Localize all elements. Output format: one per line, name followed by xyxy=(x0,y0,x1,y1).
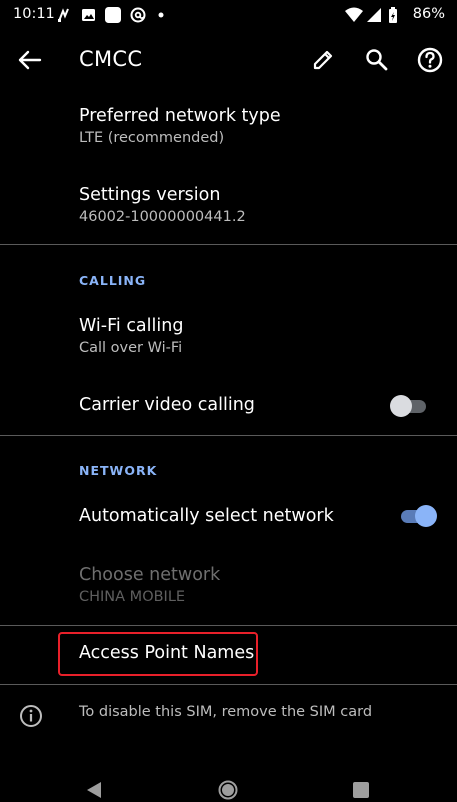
app-bar: CMCC xyxy=(0,30,457,90)
wifi-calling-item[interactable]: Wi-Fi calling Call over Wi-Fi xyxy=(0,310,457,370)
status-time: 10:11 xyxy=(13,6,55,22)
auto-select-network-switch[interactable] xyxy=(397,503,437,529)
status-bar: 10:11 86% xyxy=(0,0,457,30)
search-icon[interactable] xyxy=(361,44,393,76)
footer-text: To disable this SIM, remove the SIM card xyxy=(79,704,373,720)
help-icon[interactable] xyxy=(414,44,446,76)
cellular-icon xyxy=(367,8,381,22)
system-icons xyxy=(345,7,397,23)
wifi-icon xyxy=(345,7,363,22)
battery-icon xyxy=(389,7,397,23)
at-sign-icon xyxy=(130,7,146,23)
section-divider xyxy=(0,435,457,436)
carrier-video-calling-switch[interactable] xyxy=(390,393,430,419)
info-icon xyxy=(20,705,42,727)
preference-summary: Call over Wi-Fi xyxy=(79,340,183,356)
section-divider xyxy=(0,684,457,685)
preference-summary: 46002-10000000441.2 xyxy=(79,209,246,225)
dot-icon xyxy=(158,12,164,18)
pencil-icon[interactable] xyxy=(307,44,339,76)
switch-thumb xyxy=(390,395,412,417)
image-icon xyxy=(82,9,95,21)
switch-thumb xyxy=(415,505,437,527)
section-divider xyxy=(0,625,457,626)
navigation-bar xyxy=(0,760,457,800)
preference-title: Choose network xyxy=(79,565,221,585)
carrier-video-calling-item[interactable]: Carrier video calling xyxy=(0,380,457,432)
page-title: CMCC xyxy=(79,47,143,71)
preference-title: Automatically select network xyxy=(79,506,334,526)
category-header-network: NETWORK xyxy=(79,463,158,478)
preference-title: Settings version xyxy=(79,185,221,205)
nav-home-icon[interactable] xyxy=(216,778,240,802)
preference-summary: LTE (recommended) xyxy=(79,130,225,146)
back-arrow-icon[interactable] xyxy=(14,46,46,74)
square-app-icon xyxy=(105,7,121,23)
choose-network-item: Choose network CHINA MOBILE xyxy=(0,560,457,612)
signal-alt-icon xyxy=(58,8,69,22)
category-header-calling: CALLING xyxy=(79,273,147,288)
auto-select-network-item[interactable]: Automatically select network xyxy=(0,490,457,542)
highlight-box xyxy=(58,632,258,676)
nav-recents-icon[interactable] xyxy=(352,781,370,799)
battery-percent: 86% xyxy=(412,6,445,22)
nav-back-icon[interactable] xyxy=(84,780,104,800)
preference-title: Wi-Fi calling xyxy=(79,316,184,336)
notification-icons xyxy=(58,7,164,23)
preference-title: Carrier video calling xyxy=(79,395,255,415)
preference-summary: CHINA MOBILE xyxy=(79,589,186,605)
settings-version-item[interactable]: Settings version 46002-10000000441.2 xyxy=(0,180,457,240)
preferred-network-type-item[interactable]: Preferred network type LTE (recommended) xyxy=(0,100,457,160)
section-divider xyxy=(0,244,457,245)
preference-title: Preferred network type xyxy=(79,106,281,126)
